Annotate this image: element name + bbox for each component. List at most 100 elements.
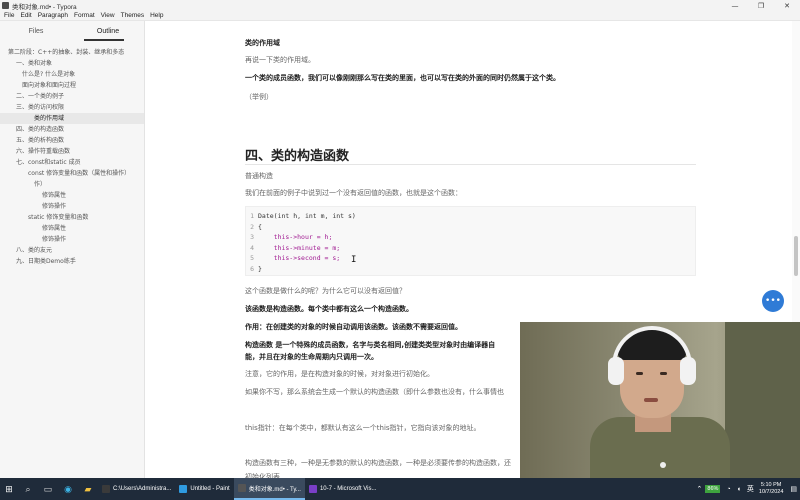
network-icon[interactable]: ◔ (726, 486, 730, 493)
heading-divider (245, 164, 696, 165)
code-text: this->minute = m; (258, 243, 341, 252)
minimize-button[interactable]: — (722, 0, 748, 11)
clock-time: 5:10 PM (760, 482, 782, 488)
notifications-icon[interactable]: ▤ (790, 485, 797, 493)
outline-item[interactable]: 第二阶段：C++的抽象、封装、继承和多态 (0, 47, 144, 58)
line-number: 6 (250, 264, 254, 273)
sidebar-tabs: Files Outline (0, 21, 144, 41)
webcam-mouth (644, 398, 658, 402)
clock-date: 10/7/2024 (758, 489, 784, 495)
section-heading-constructor: 四、类的构造函数 (245, 149, 350, 164)
headphone-right (680, 357, 696, 385)
menu-format[interactable]: Format (74, 12, 95, 19)
task-view-icon[interactable]: ▭ (38, 478, 58, 500)
paragraph: 构造函数有三种，一种是无参数的默认的构造函数，一种是必须要传参的构造函数，还 (245, 459, 511, 467)
app-icon (308, 485, 317, 493)
code-text: Date(int h, int m, int s) (258, 212, 356, 220)
file-explorer-icon[interactable]: ▰ (78, 478, 98, 500)
taskbar-task[interactable]: 类和对象.md• - Ty... (233, 478, 305, 500)
outline-item[interactable]: 五、类的析构函数 (0, 135, 144, 146)
code-text: { (258, 222, 262, 231)
volume-icon[interactable]: ◖ (737, 486, 741, 493)
taskbar-task[interactable]: Untitled - Paint (175, 478, 233, 500)
outline-list: 第二阶段：C++的抽象、封装、继承和多态 一、类和对象 什么是? 什么是对象 面向对象… (0, 41, 144, 267)
outline-item[interactable]: 九、日期类Demo练手 (0, 256, 144, 267)
taskbar-task-label: 10-7 - Microsoft Vis... (319, 486, 377, 492)
windows-start-icon[interactable]: ⊞ (0, 478, 18, 500)
paragraph-bold: 作用：在创建类的对象的时候自动调用该函数。该函数不需要返回值。 (245, 323, 462, 331)
search-icon[interactable]: ⌕ (18, 478, 38, 500)
taskbar-tasks: C:\Users\Administra... Untitled - Paint 类和… (98, 478, 381, 500)
taskbar: ⊞ ⌕ ▭ ◉ ▰ C:\Users\Administra... Untitled… (0, 478, 800, 500)
scrollbar-thumb[interactable] (794, 236, 798, 276)
edge-icon[interactable]: ◉ (58, 478, 78, 500)
outline-item[interactable]: 面向对象和面向过程 (0, 80, 144, 91)
paragraph: 如果你不写，那么系统会生成一个默认的构造函数（即什么参数也没有，什么事情也 (245, 388, 504, 396)
outline-item[interactable]: 一、类和对象 (0, 58, 144, 69)
app-icon (179, 485, 188, 493)
menu-view[interactable]: View (101, 12, 115, 19)
code-line: 1 Date(int h, int m, int s) (246, 211, 356, 222)
outline-item[interactable]: 二、一个类的例子 (0, 91, 144, 102)
code-line: 5 this->second = s; (246, 253, 340, 264)
paragraph: 我们在前面的例子中说到过一个没有返回值的函数，也就是这个函数： (245, 189, 462, 197)
taskbar-task-label: Untitled - Paint (190, 486, 230, 492)
maximize-button[interactable]: ❐ (748, 0, 774, 11)
active-tab-indicator (84, 39, 124, 41)
outline-item[interactable]: 修饰操作 (0, 234, 144, 245)
menu-themes[interactable]: Themes (121, 12, 144, 19)
close-button[interactable]: ✕ (774, 0, 800, 11)
line-number: 1 (250, 212, 254, 220)
battery-indicator[interactable]: 86% (705, 485, 721, 493)
code-line: 6} (246, 264, 262, 275)
webcam-overlay (520, 322, 800, 478)
menu-help[interactable]: Help (150, 12, 163, 19)
floating-action-button[interactable]: ••• (762, 290, 784, 312)
tray-chevron-icon[interactable]: ⌃ (697, 485, 703, 493)
taskbar-task-label: C:\Users\Administra... (113, 486, 172, 492)
paragraph: 这个函数是做什么的呢？为什么它可以没有返回值？ (245, 287, 406, 295)
paragraph: 普通构造 (245, 172, 273, 180)
code-block[interactable]: 1 Date(int h, int m, int s) 2{3 this->hour… (245, 206, 696, 276)
outline-item[interactable]: 什么是? 什么是对象 (0, 69, 144, 80)
menu-file[interactable]: File (4, 12, 14, 19)
clock[interactable]: 5:10 PM 10/7/2024 (759, 482, 783, 496)
outline-item[interactable]: 修饰属性 (0, 223, 144, 234)
paragraph-bold: 一个类的成员函数，我们可以像刚刚那么写在类的里面，也可以写在类的外面的同时仍然属… (245, 74, 560, 82)
taskbar-task[interactable]: C:\Users\Administra... (98, 478, 175, 500)
taskbar-task[interactable]: 10-7 - Microsoft Vis... (305, 478, 381, 500)
outline-item[interactable]: 七、const和static 成员 (0, 157, 144, 168)
code-text: this->hour = h; (258, 233, 333, 241)
tab-files[interactable]: Files (0, 28, 72, 35)
webcam-curtain (725, 322, 800, 478)
paragraph: （举例） (245, 93, 273, 101)
code-line: 3 this->hour = h; (246, 232, 332, 243)
outline-item[interactable]: 三、类的访问权限 (0, 102, 144, 113)
outline-item[interactable]: const 修饰变量和函数（属性和操作） (0, 168, 144, 179)
menu-edit[interactable]: Edit (20, 12, 31, 19)
sidebar: Files Outline 第二阶段：C++的抽象、封装、继承和多态 一、类和对象… (0, 21, 145, 478)
window-controls: — ❐ ✕ (722, 0, 800, 11)
outline-item[interactable]: 四、类的构造函数 (0, 124, 144, 135)
outline-item[interactable]: 作） (0, 179, 144, 190)
title-bar: 类和对象.md• - Typora — ❐ ✕ (0, 0, 800, 11)
outline-item[interactable]: 修饰操作 (0, 201, 144, 212)
ime-indicator[interactable]: 英 (747, 484, 754, 494)
outline-item[interactable]: static 修饰变量和函数 (0, 212, 144, 223)
code-text: this->second = s; (258, 254, 341, 262)
code-line: 2{ (246, 222, 262, 233)
outline-item[interactable]: 类的作用域 (0, 113, 144, 124)
menu-paragraph[interactable]: Paragraph (38, 12, 68, 19)
dots-icon: ••• (765, 296, 781, 306)
outline-item[interactable]: 修饰属性 (0, 190, 144, 201)
outline-item[interactable]: 八、类的友元 (0, 245, 144, 256)
line-number: 2 (250, 222, 254, 231)
paragraph-bold: 构造函数 是一个特殊的成员函数，名字与类名相同,创建类类型对象时由编译器自 (245, 341, 496, 349)
tab-outline[interactable]: Outline (72, 28, 144, 35)
menu-bar: File Edit Paragraph Format View Themes H… (0, 11, 800, 21)
code-text: } (258, 264, 262, 273)
line-number: 3 (250, 233, 254, 241)
headphone-left (608, 357, 624, 385)
outline-item[interactable]: 六、操作符重载函数 (0, 146, 144, 157)
text-cursor-icon: I (351, 255, 357, 265)
